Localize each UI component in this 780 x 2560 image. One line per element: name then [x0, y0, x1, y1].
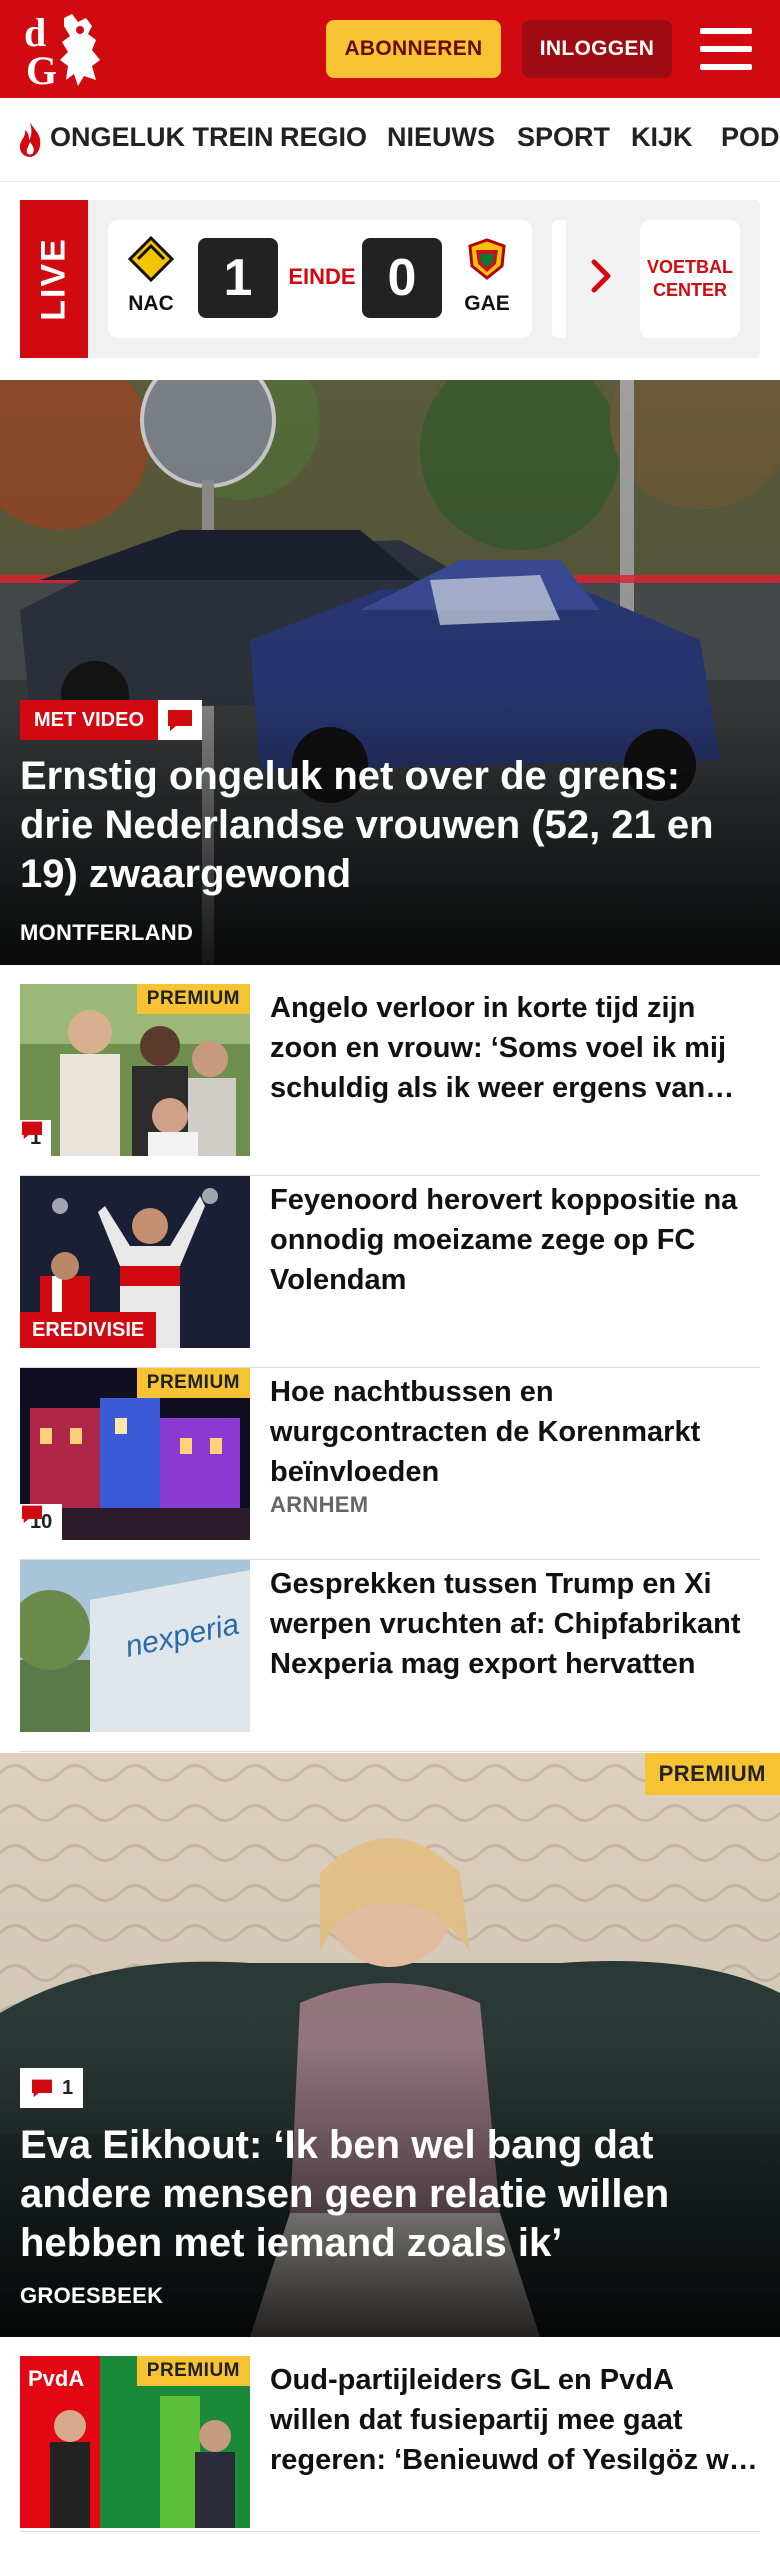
premium-badge: PREMIUM: [136, 1368, 250, 1398]
hero-article[interactable]: MET VIDEO Ernstig ongeluk net over de gr…: [0, 380, 780, 965]
subscribe-button[interactable]: ABONNEREN: [326, 20, 501, 78]
feature-article[interactable]: PREMIUM 1 Eva Eikhout: ‘Ik ben wel bang …: [0, 1753, 780, 2337]
gae-logo-icon: [468, 238, 506, 280]
premium-badge: PREMIUM: [644, 1753, 780, 1795]
login-button[interactable]: INLOGGEN: [522, 20, 672, 78]
hamburger-menu-icon[interactable]: [700, 28, 752, 70]
away-team-name: GAE: [464, 292, 510, 315]
article-title[interactable]: Feyenoord herovert koppositie na onnodig…: [270, 1180, 760, 1300]
nav-item-nieuws[interactable]: NIEUWS: [387, 122, 495, 153]
football-center-link[interactable]: VOETBAL CENTER: [640, 220, 740, 338]
article-thumbnail: nexperia: [20, 1560, 250, 1732]
comment-count[interactable]: 1: [20, 2068, 84, 2108]
article-title[interactable]: Angelo verloor in korte tijd zijn zoon e…: [270, 988, 760, 1108]
hero-location: MONTFERLAND: [20, 920, 194, 945]
article-thumbnail: PvdA PREMIUM: [20, 2356, 250, 2528]
logo-icon[interactable]: d G: [22, 10, 118, 90]
premium-badge: PREMIUM: [136, 2356, 250, 2386]
svg-text:PvdA: PvdA: [28, 2366, 84, 2391]
away-score: 0: [362, 238, 442, 318]
comment-icon: [22, 1121, 42, 1140]
chevron-right-icon[interactable]: [586, 256, 616, 296]
premium-badge: PREMIUM: [136, 984, 250, 1014]
article-item[interactable]: PvdA PREMIUM Oud-partijleiders GL en Pvd…: [20, 2356, 760, 2532]
article-item[interactable]: PREMIUM 1 Angelo verloor in korte tijd z…: [20, 984, 760, 1176]
feature-headline[interactable]: Eva Eikhout: ‘Ik ben wel bang dat andere…: [20, 2121, 740, 2268]
next-match-card[interactable]: [552, 220, 566, 338]
home-team-name: NAC: [128, 292, 174, 315]
comment-count[interactable]: 10: [20, 1504, 63, 1540]
match-card[interactable]: NAC 1 EINDE 0 GAE: [108, 220, 532, 338]
video-badge: MET VIDEO: [20, 700, 203, 740]
nav-item-kijk[interactable]: KIJK: [631, 122, 693, 153]
article-location: ARNHEM: [270, 1492, 369, 1517]
site-header: d G ABONNEREN INLOGGEN: [0, 0, 780, 98]
category-badge: EREDIVISIE: [20, 1312, 157, 1348]
article-title[interactable]: Hoe nachtbussen en wurgcontracten de Kor…: [270, 1372, 760, 1492]
article-thumbnail: PREMIUM 1: [20, 984, 250, 1156]
flame-icon: [19, 122, 41, 157]
article-title[interactable]: Oud-partijleiders GL en PvdA willen dat …: [270, 2360, 760, 2480]
article-title[interactable]: Gesprekken tussen Trump en Xi werpen vru…: [270, 1564, 760, 1684]
hero-headline[interactable]: Ernstig ongeluk net over de grens: drie …: [20, 752, 740, 899]
comment-icon: [32, 2079, 52, 2098]
feature-location: GROESBEEK: [20, 2283, 164, 2308]
main-nav: ONGELUK TREIN REGIO NIEUWS SPORT KIJK PO…: [0, 98, 780, 182]
comment-icon: [22, 1505, 42, 1524]
comment-count[interactable]: 1: [20, 1120, 52, 1156]
article-item[interactable]: PREMIUM 10 Hoe nachtbussen en wurgcontra…: [20, 1368, 760, 1560]
comment-icon: [168, 710, 193, 731]
article-thumbnail: EREDIVISIE: [20, 1176, 250, 1348]
nav-item-sport[interactable]: SPORT: [517, 122, 610, 153]
match-status: EINDE: [288, 264, 356, 289]
live-scores: LIVE NAC 1 EINDE 0 GAE VOETBAL CENTER: [20, 200, 760, 358]
nav-item-regio[interactable]: REGIO: [280, 122, 367, 153]
live-label: LIVE: [20, 200, 88, 358]
article-item[interactable]: nexperia Gesprekken tussen Trump en Xi w…: [20, 1560, 760, 1752]
home-score: 1: [198, 238, 278, 318]
nav-item-pod[interactable]: POD: [721, 122, 780, 153]
article-item[interactable]: EREDIVISIE Feyenoord herovert koppositie…: [20, 1176, 760, 1368]
nac-logo-icon: [128, 236, 174, 282]
svg-text:G: G: [26, 48, 57, 90]
article-thumbnail: PREMIUM 10: [20, 1368, 250, 1540]
nav-item-ongeluk-trein[interactable]: ONGELUK TREIN: [50, 122, 274, 153]
